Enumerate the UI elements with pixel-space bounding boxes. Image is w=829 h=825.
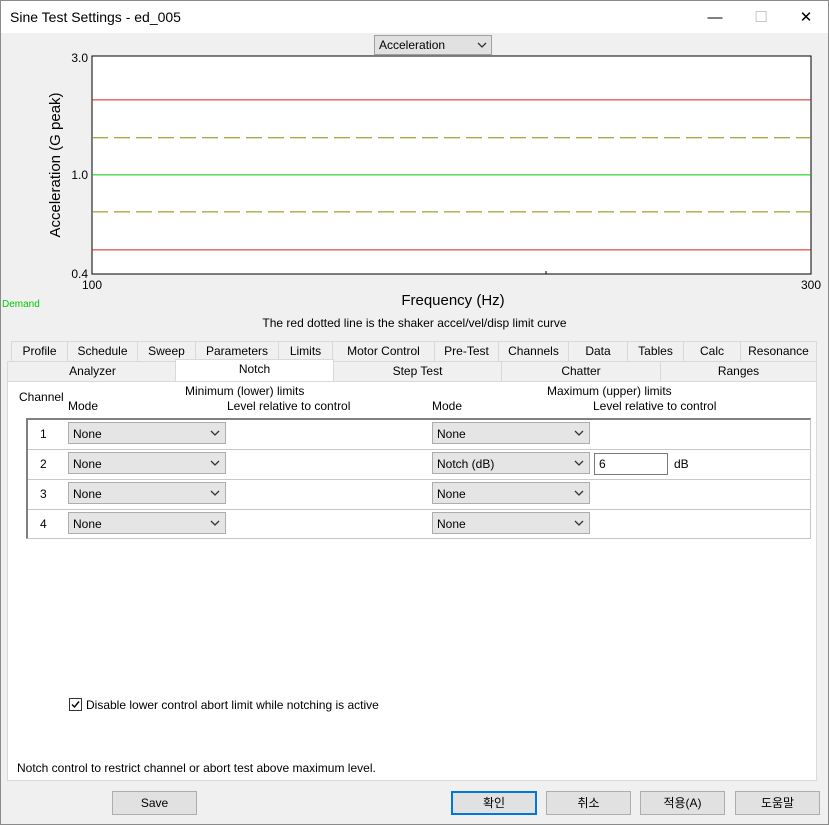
disable-lower-abort-label: Disable lower control abort limit while … [86,698,379,712]
tab-calc[interactable]: Calc [683,341,741,361]
tab-step-test[interactable]: Step Test [333,361,502,381]
max-mode-value: None [437,427,466,441]
chevron-down-icon [210,457,220,472]
channel-row: 4 None None [28,510,811,540]
max-level-input[interactable]: 6 [594,453,668,475]
channel-header: Channel [19,390,64,404]
tab-channels[interactable]: Channels [498,341,569,361]
max-mode-value: None [437,487,466,501]
minimize-button[interactable]: — [692,1,738,33]
max-mode-value: None [437,517,466,531]
min-mode-select[interactable]: None [68,482,226,504]
help-button[interactable]: 도움말 [735,791,820,815]
min-mode-value: None [73,517,102,531]
y-axis-label: Acceleration (G peak) [47,92,64,237]
chevron-down-icon [574,457,584,472]
min-mode-value: None [73,457,102,471]
min-mode-select[interactable]: None [68,512,226,534]
tab-profile[interactable]: Profile [11,341,68,361]
max-limits-header: Maximum (upper) limits [547,384,672,398]
chevron-down-icon [210,517,220,532]
acceleration-chart: 100 300 3.0 1.0 0.4 Acceleration (G peak… [2,51,821,310]
legend-demand: Demand [2,299,40,310]
ok-button[interactable]: 확인 [451,791,537,815]
min-limits-header: Minimum (lower) limits [185,384,305,398]
channel-number: 1 [40,427,47,441]
channel-number: 2 [40,457,47,471]
min-level-header: Level relative to control [227,399,351,413]
chevron-down-icon [574,487,584,502]
level-unit: dB [674,457,689,471]
x-tick-label: 300 [801,278,821,292]
max-level-header: Level relative to control [593,399,717,413]
tab-motor-control[interactable]: Motor Control [332,341,435,361]
channel-row: 1 None None [28,420,811,450]
title-bar: Sine Test Settings - ed_005 — ☐ ✕ [1,1,828,33]
tab-analyzer[interactable]: Analyzer [7,361,178,381]
tab-tables[interactable]: Tables [627,341,684,361]
y-tick-label: 0.4 [71,267,88,281]
close-icon: ✕ [799,9,813,26]
tab-pre-test[interactable]: Pre-Test [434,341,499,361]
min-mode-select[interactable]: None [68,452,226,474]
y-tick-label: 3.0 [71,51,88,65]
x-axis-label: Frequency (Hz) [401,292,504,309]
tab-resonance[interactable]: Resonance [740,341,817,361]
channel-number: 4 [40,517,47,531]
tab-chatter[interactable]: Chatter [501,361,661,381]
maximize-icon: ☐ [754,9,768,26]
channel-row: 2 None Notch (dB) 6 dB [28,450,811,480]
close-button[interactable]: ✕ [783,1,829,33]
save-button[interactable]: Save [112,791,197,815]
checkmark-icon [71,701,80,709]
min-mode-header: Mode [68,399,99,413]
tab-ranges[interactable]: Ranges [660,361,817,381]
window-title: Sine Test Settings - ed_005 [10,9,181,25]
disable-lower-abort-checkbox[interactable] [69,698,82,711]
tab-sweep[interactable]: Sweep [137,341,196,361]
chevron-down-icon [210,487,220,502]
tab-parameters[interactable]: Parameters [195,341,279,361]
max-mode-value: Notch (dB) [437,457,495,471]
chevron-down-icon [574,427,584,442]
tab-schedule[interactable]: Schedule [67,341,138,361]
tab-limits[interactable]: Limits [278,341,333,361]
tab-notch[interactable]: Notch [175,359,334,381]
chevron-down-icon [574,517,584,532]
minimize-icon: — [707,8,723,26]
max-mode-select[interactable]: Notch (dB) [432,452,590,474]
max-mode-select[interactable]: None [432,422,590,444]
apply-button[interactable]: 적용(A) [640,791,725,815]
cancel-button[interactable]: 취소 [546,791,631,815]
status-text: Notch control to restrict channel or abo… [17,761,376,775]
min-mode-value: None [73,427,102,441]
y-tick-label: 1.0 [71,168,88,182]
max-mode-select[interactable]: None [432,482,590,504]
chart-caption: The red dotted line is the shaker accel/… [262,316,567,330]
tab-data[interactable]: Data [568,341,628,361]
plot-area [91,55,812,275]
max-mode-header: Mode [432,399,463,413]
min-mode-select[interactable]: None [68,422,226,444]
min-mode-value: None [73,487,102,501]
maximize-button[interactable]: ☐ [738,1,784,33]
channel-grid: 1 None None 2 None Notch (dB) 6 dB 3 Non… [26,418,811,539]
chevron-down-icon [210,427,220,442]
channel-number: 3 [40,487,47,501]
channel-row: 3 None None [28,480,811,510]
max-mode-select[interactable]: None [432,512,590,534]
